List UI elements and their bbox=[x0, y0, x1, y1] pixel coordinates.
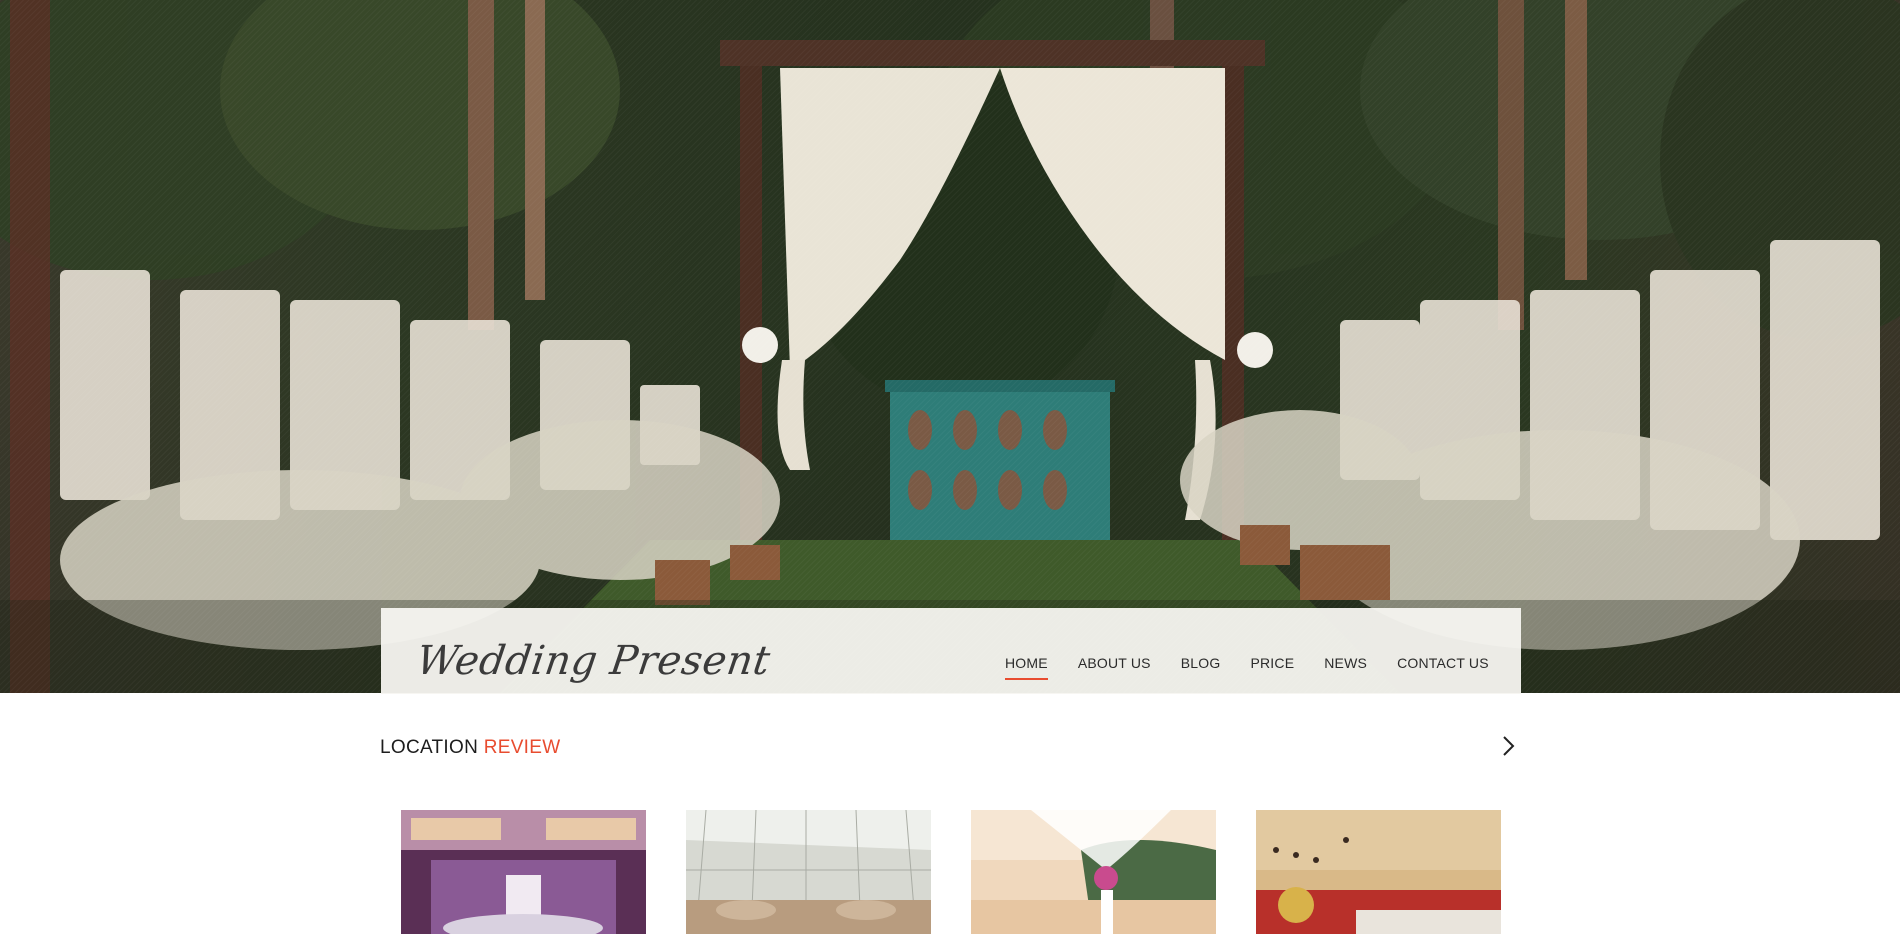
header-navbar: Wedding Present HOME ABOUT US BLOG PRICE… bbox=[381, 608, 1521, 694]
heading-part-location: LOCATION bbox=[380, 737, 479, 758]
location-image bbox=[686, 810, 931, 934]
location-review-heading: LOCATION REVIEW bbox=[380, 737, 560, 759]
heading-part-review: REVIEW bbox=[483, 737, 561, 758]
nav-item-contact-us[interactable]: CONTACT US bbox=[1397, 655, 1489, 671]
nav-item-about-us[interactable]: ABOUT US bbox=[1078, 655, 1151, 671]
location-card-hall[interactable] bbox=[1256, 810, 1501, 934]
hero-illustration bbox=[0, 0, 1900, 693]
nav-item-blog[interactable]: BLOG bbox=[1181, 655, 1221, 671]
location-image bbox=[401, 810, 646, 934]
location-card-beach[interactable] bbox=[971, 810, 1216, 934]
main-nav: HOME ABOUT US BLOG PRICE NEWS CONTACT US bbox=[1005, 655, 1519, 680]
location-image bbox=[971, 810, 1216, 934]
location-card-greenhouse[interactable] bbox=[686, 810, 931, 934]
chevron-right-icon[interactable] bbox=[1498, 734, 1520, 758]
nav-item-home[interactable]: HOME bbox=[1005, 655, 1048, 680]
nav-item-price[interactable]: PRICE bbox=[1250, 655, 1294, 671]
nav-item-news[interactable]: NEWS bbox=[1324, 655, 1367, 671]
site-logo[interactable]: Wedding Present bbox=[414, 638, 773, 684]
location-card-ballroom[interactable] bbox=[401, 810, 646, 934]
location-image bbox=[1256, 810, 1501, 934]
hero-image bbox=[0, 0, 1900, 693]
